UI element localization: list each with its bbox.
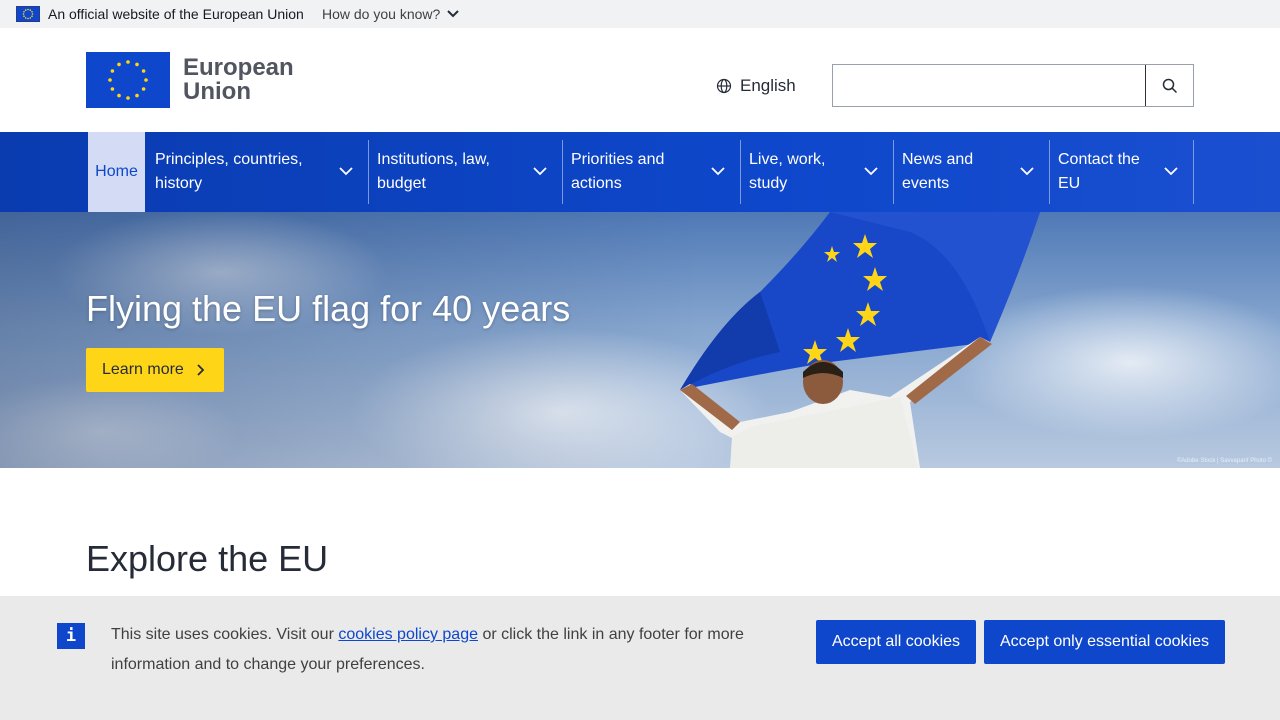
learn-more-label: Learn more [102,361,184,378]
how-do-you-know-toggle[interactable]: How do you know? [322,6,460,22]
official-site-bar: An official website of the European Unio… [0,0,1280,28]
accept-all-label: Accept all cookies [831,633,961,650]
nav-label-line-1: News and [902,151,974,168]
cookie-message: This site uses cookies. Visit our cookie… [111,620,771,680]
learn-more-button[interactable]: Learn more [86,348,224,392]
nav-label-line-2: budget [377,175,426,192]
logo-line-2: Union [183,78,251,105]
chevron-down-icon [533,167,547,176]
nav-item-label: News and events [893,148,973,196]
nav-divider [1193,140,1194,204]
hero-banner: Flying the EU flag for 40 years Learn mo… [0,212,1280,468]
search-icon [1162,78,1177,93]
logo-line-1: European [183,54,294,81]
eu-flag-logo-icon [86,52,170,108]
search-input[interactable] [833,65,1145,106]
nav-item-home[interactable]: Home [88,132,145,212]
nav-label-line-1: Live, work, [749,151,826,168]
nav-item-news-events[interactable]: News and events [893,132,1049,212]
cookie-text-before: This site uses cookies. Visit our [111,626,339,643]
nav-item-label: Live, work, study [740,148,825,196]
globe-icon [716,78,732,94]
nav-label-line-1: Principles, countries, [155,151,303,168]
nav-item-label: Priorities and actions [562,148,664,196]
site-header: European Union English [0,28,1280,132]
nav-item-priorities[interactable]: Priorities and actions [562,132,740,212]
nav-label-line-2: events [902,175,950,192]
nav-item-live-work-study[interactable]: Live, work, study [740,132,893,212]
nav-label-line-2: study [749,175,788,192]
chevron-down-icon [447,10,460,18]
nav-item-principles[interactable]: Principles, countries, history [146,132,368,212]
cookies-policy-link[interactable]: cookies policy page [338,626,478,643]
search-button[interactable] [1145,65,1193,106]
official-site-text: An official website of the European Unio… [48,6,304,22]
accept-all-cookies-button[interactable]: Accept all cookies [816,620,976,664]
accept-essential-label: Accept only essential cookies [1000,633,1209,650]
flag-bearer-illustration [680,212,1040,468]
nav-label-line-2: actions [571,175,622,192]
chevron-down-icon [339,167,353,176]
info-icon: i [57,623,85,649]
chevron-right-icon [197,364,205,376]
language-label: English [740,76,796,95]
nav-item-label: Principles, countries, history [146,148,303,196]
chevron-down-icon [711,167,725,176]
nav-item-label: Institutions, law, budget [368,148,490,196]
nav-label-line-1: Priorities and [571,151,665,168]
nav-label-line-2: history [155,175,203,192]
hero-title: Flying the EU flag for 40 years [86,288,571,329]
chevron-down-icon [864,167,878,176]
chevron-down-icon [1020,167,1034,176]
eu-logo-link[interactable]: European Union [86,52,296,108]
image-credit: ©Adobe Stock | Savvapanf Photo © [1176,458,1272,464]
how-do-you-know-label: How do you know? [322,6,441,22]
nav-label-line-1: Institutions, law, [377,151,490,168]
accept-essential-cookies-button[interactable]: Accept only essential cookies [984,620,1225,664]
nav-label-line-1: Contact the [1058,151,1140,168]
section-title: Explore the EU [86,538,329,579]
nav-home-label: Home [95,163,138,180]
eu-flag-icon [16,6,40,22]
language-selector[interactable]: English [716,76,796,96]
nav-item-institutions[interactable]: Institutions, law, budget [368,132,562,212]
chevron-down-icon [1164,167,1178,176]
nav-item-label: Contact the EU [1049,148,1140,196]
hero-shade [0,212,700,468]
nav-label-line-2: EU [1058,175,1081,192]
search-form [832,64,1194,107]
eu-logo-text: European Union [183,56,294,104]
nav-item-contact[interactable]: Contact the EU [1049,132,1193,212]
main-navigation: Home Principles, countries, history Insti… [0,132,1280,212]
